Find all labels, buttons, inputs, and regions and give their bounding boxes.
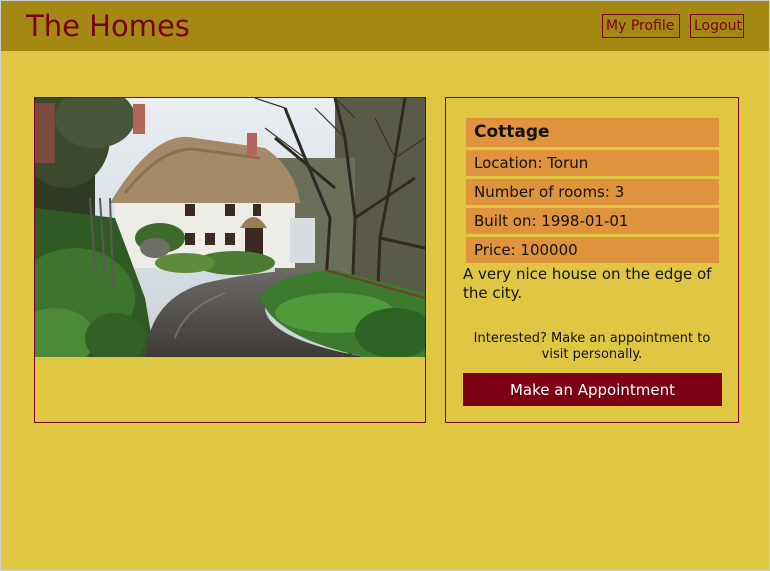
page-frame: The Homes My Profile Logout Cottage Loca… <box>0 0 770 571</box>
my-profile-button[interactable]: My Profile <box>602 14 680 38</box>
logout-button[interactable]: Logout <box>690 14 744 38</box>
listing-info-card: Cottage Location: Torun Number of rooms:… <box>445 97 739 423</box>
listing-price: Price: 100000 <box>466 237 719 263</box>
listing-location: Location: Torun <box>466 150 719 176</box>
site-title[interactable]: The Homes <box>26 9 190 43</box>
listing-built-on: Built on: 1998-01-01 <box>466 208 719 234</box>
house-photo <box>35 98 425 357</box>
header-bar: The Homes My Profile Logout <box>1 1 769 51</box>
listing-title: Cottage <box>466 118 719 147</box>
make-appointment-button[interactable]: Make an Appointment <box>463 373 722 406</box>
appointment-prompt: Interested? Make an appointment to visit… <box>473 331 711 362</box>
listing-rooms: Number of rooms: 3 <box>466 179 719 205</box>
listing-description: A very nice house on the edge of the cit… <box>463 265 712 302</box>
house-image-card <box>34 97 426 423</box>
